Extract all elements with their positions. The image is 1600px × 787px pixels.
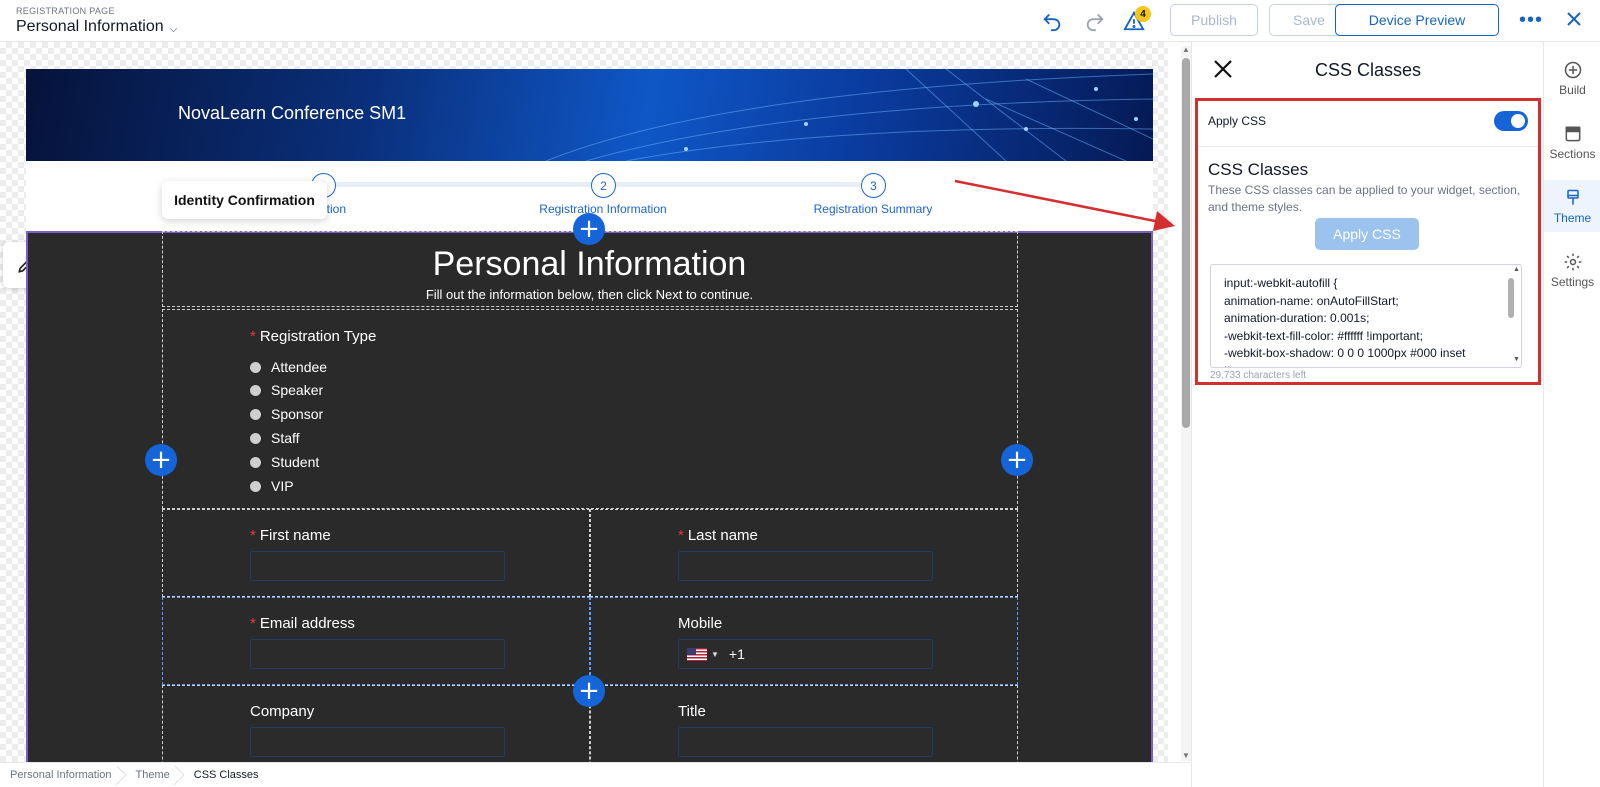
- radio-staff[interactable]: Staff: [250, 430, 300, 446]
- first-name-input[interactable]: [250, 551, 505, 581]
- code-scroll-down-icon[interactable]: ▼: [1513, 356, 1520, 363]
- scroll-down-icon[interactable]: ▼: [1182, 751, 1190, 760]
- tab-sections-label: Sections: [1549, 146, 1596, 161]
- css-classes-panel: CSS Classes Apply CSS CSS Classes These …: [1191, 42, 1543, 787]
- email-input[interactable]: [250, 639, 505, 669]
- top-bar: REGISTRATION PAGE Personal Information ⌵…: [0, 0, 1600, 42]
- tab-build-label: Build: [1559, 82, 1586, 97]
- registration-type-label: * Registration Type: [250, 328, 377, 345]
- company-label: Company: [250, 703, 315, 720]
- chevron-down-icon: ⌵: [169, 23, 178, 35]
- characters-left: 29,733 characters left: [1210, 370, 1307, 381]
- radio-student[interactable]: Student: [250, 454, 319, 470]
- side-rail: Build Sections Theme Settings: [1543, 42, 1600, 787]
- company-input[interactable]: [250, 727, 505, 757]
- page-title: Personal Information: [16, 18, 164, 35]
- canvas-scrollbar-thumb[interactable]: [1182, 58, 1190, 428]
- tab-theme-label: Theme: [1553, 210, 1592, 225]
- last-name-input[interactable]: [678, 551, 933, 581]
- scroll-up-icon[interactable]: ▲: [1182, 45, 1190, 54]
- add-column-left-button[interactable]: +: [145, 444, 177, 476]
- add-row-button[interactable]: +: [573, 675, 605, 707]
- radio-sponsor[interactable]: Sponsor: [250, 406, 323, 422]
- annotation-arrow-icon: [954, 179, 1175, 231]
- step-3-circle[interactable]: 3: [861, 173, 886, 198]
- editor-canvas: NovaLearn Conference SM1 1 rmation 2 Reg…: [0, 42, 1168, 762]
- more-options-icon[interactable]: •••: [1519, 10, 1543, 30]
- tab-settings-label: Settings: [1550, 274, 1595, 289]
- radio-speaker[interactable]: Speaker: [250, 382, 323, 398]
- tab-theme[interactable]: Theme: [1544, 180, 1600, 232]
- sections-icon: [1565, 126, 1580, 141]
- redo-icon: [1086, 13, 1104, 32]
- mobile-prefix: +1: [728, 646, 745, 662]
- panel-title: CSS Classes: [1314, 60, 1422, 80]
- breadcrumb: Personal Information Theme CSS Classes: [0, 762, 1190, 787]
- apply-css-toggle[interactable]: [1494, 111, 1528, 131]
- css-classes-heading: CSS Classes: [1208, 160, 1309, 179]
- css-classes-description: These CSS classes can be applied to your…: [1208, 183, 1521, 214]
- breadcrumb-personal-information[interactable]: Personal Information: [0, 763, 126, 787]
- warning-count-badge: 4: [1135, 6, 1151, 22]
- paint-brush-icon: [1566, 189, 1579, 205]
- radio-attendee[interactable]: Attendee: [250, 359, 327, 375]
- step-3-label[interactable]: Registration Summary: [814, 202, 933, 216]
- add-section-top-button[interactable]: +: [573, 213, 605, 245]
- step-track: [311, 182, 861, 187]
- apply-css-toggle-label: Apply CSS: [1208, 114, 1267, 128]
- undo-button[interactable]: [1040, 9, 1064, 33]
- css-code-editor[interactable]: input:-webkit-autofill { animation-name:…: [1210, 264, 1522, 368]
- device-preview-button[interactable]: Device Preview: [1335, 4, 1499, 36]
- divider: [1198, 146, 1538, 147]
- radio-dot[interactable]: [250, 408, 261, 420]
- radio-vip[interactable]: VIP: [250, 478, 294, 494]
- caret-down-icon[interactable]: ▼: [711, 650, 719, 659]
- identity-confirmation-tooltip: Identity Confirmation: [162, 181, 327, 219]
- form-subtitle: Fill out the information below, then cli…: [425, 287, 754, 302]
- code-scroll-up-icon[interactable]: ▲: [1513, 266, 1520, 273]
- publish-button[interactable]: Publish: [1170, 4, 1258, 36]
- tab-build[interactable]: Build: [1544, 52, 1600, 104]
- radio-dot[interactable]: [250, 361, 261, 373]
- step-2-label[interactable]: Registration Information: [539, 202, 666, 216]
- form-title: Personal Information: [432, 245, 747, 283]
- redo-button[interactable]: [1083, 9, 1107, 33]
- apply-css-button[interactable]: Apply CSS: [1315, 218, 1419, 250]
- mobile-input[interactable]: ▼ +1: [678, 639, 933, 669]
- gear-icon: [1564, 253, 1581, 270]
- breadcrumb-css-classes[interactable]: CSS Classes: [184, 763, 273, 787]
- page-selector[interactable]: Personal Information ⌵: [16, 18, 177, 36]
- title-input[interactable]: [678, 727, 933, 757]
- plus-circle-icon: [1564, 61, 1581, 78]
- tab-settings[interactable]: Settings: [1544, 244, 1600, 296]
- radio-dot[interactable]: [250, 456, 261, 468]
- add-column-right-button[interactable]: +: [1001, 444, 1033, 476]
- breadcrumb-theme[interactable]: Theme: [126, 763, 184, 787]
- last-name-label: * Last name: [678, 527, 758, 544]
- us-flag-icon[interactable]: [687, 647, 707, 661]
- step-2-circle[interactable]: 2: [591, 173, 616, 198]
- radio-dot[interactable]: [250, 432, 261, 444]
- tab-sections[interactable]: Sections: [1544, 116, 1600, 168]
- code-scrollbar-thumb[interactable]: [1508, 278, 1514, 318]
- mobile-label: Mobile: [678, 615, 723, 632]
- close-icon[interactable]: [1564, 9, 1584, 29]
- email-label: * Email address: [250, 615, 355, 632]
- page-type-label: REGISTRATION PAGE: [16, 6, 115, 16]
- first-name-label: * First name: [250, 527, 331, 544]
- radio-dot[interactable]: [250, 480, 261, 492]
- title-label: Title: [678, 703, 706, 720]
- banner: NovaLearn Conference SM1: [26, 69, 1153, 161]
- radio-dot[interactable]: [250, 384, 261, 396]
- banner-title: NovaLearn Conference SM1: [178, 103, 407, 123]
- undo-icon: [1043, 13, 1061, 32]
